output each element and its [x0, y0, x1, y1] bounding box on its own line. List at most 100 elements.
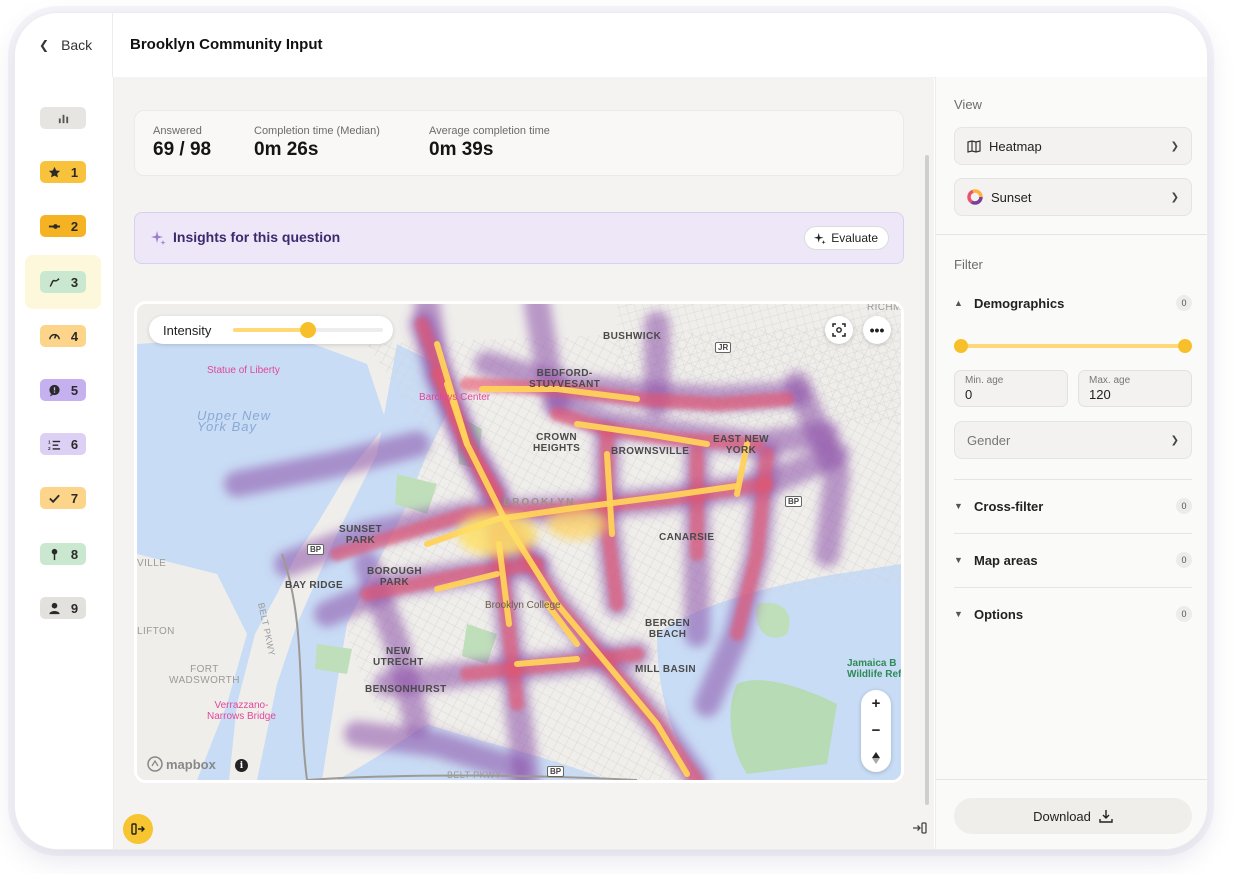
map-label-east-new-york: EAST NEW YORK: [713, 434, 769, 456]
stat-answered: Answered 69 / 98: [153, 125, 211, 161]
max-age-handle[interactable]: [1178, 339, 1192, 353]
map-label-verrazzano: Verrazzano- Narrows Bridge: [207, 700, 276, 722]
question-number: 5: [70, 382, 79, 398]
intensity-label: Intensity: [163, 323, 212, 338]
heatmap-hotspot: [457, 512, 537, 556]
sidebar-pill: 8: [39, 543, 87, 565]
sidebar-item-q6[interactable]: 12 6: [25, 417, 101, 471]
heatmap-hotspot: [547, 508, 607, 540]
bar-chart-icon: [58, 114, 68, 123]
stat-label: Average completion time: [429, 125, 550, 137]
map-areas-accordion[interactable]: ▼ Map areas 0: [954, 549, 1192, 571]
more-options-button[interactable]: •••: [863, 316, 891, 344]
gender-select[interactable]: Gender ❯: [954, 421, 1192, 459]
road-shield: JR: [715, 342, 732, 353]
page-title: Brooklyn Community Input: [130, 36, 323, 53]
map-label-belt-parkway-south: BELT PKWY: [447, 770, 502, 780]
color-scheme-select[interactable]: Sunset ❯: [954, 178, 1192, 216]
collapse-panel-button[interactable]: [912, 821, 928, 837]
options-accordion[interactable]: ▼ Options 0: [954, 603, 1192, 625]
zoom-controls: + −: [861, 690, 891, 772]
map-label-statue-of-liberty: Statue of Liberty: [207, 365, 280, 376]
mapbox-icon: [147, 756, 163, 772]
min-age-input[interactable]: [965, 387, 1055, 402]
question-number: 8: [70, 546, 79, 562]
chevron-down-icon: ❯: [1170, 434, 1179, 446]
download-button[interactable]: Download: [954, 798, 1192, 834]
insights-title: Insights for this question: [173, 229, 341, 245]
sidebar-item-q3[interactable]: 3: [25, 255, 101, 309]
map-label-barclays-center: Barclays Center: [419, 392, 491, 403]
max-age-input[interactable]: [1089, 387, 1179, 402]
min-age-field[interactable]: Min. age: [954, 370, 1068, 407]
sidebar-item-q7[interactable]: 7: [25, 471, 101, 525]
map-label-bergen-beach: BERGEN BEACH: [645, 618, 691, 640]
evaluate-button[interactable]: Evaluate: [804, 226, 889, 250]
min-age-handle[interactable]: [954, 339, 968, 353]
sparkle-icon: [814, 232, 826, 244]
stat-value: 69 / 98: [153, 139, 212, 160]
chevron-down-icon: ▼: [954, 501, 963, 511]
chevron-up-icon: ▲: [954, 298, 963, 308]
zoom-in-button[interactable]: +: [861, 690, 891, 717]
sidebar-item-q8[interactable]: 8: [25, 527, 101, 581]
map-label-fort-wadsworth: FORT WADSWORTH: [169, 664, 240, 686]
back-button[interactable]: ❮ Back: [15, 13, 113, 77]
stat-average: Average completion time 0m 39s: [429, 125, 550, 161]
info-icon[interactable]: i: [235, 759, 248, 772]
intensity-handle[interactable]: [300, 322, 316, 338]
accordion-title: Options: [974, 606, 1024, 622]
sidebar-pill: [40, 107, 86, 129]
focus-icon: [832, 323, 846, 337]
sidebar-pill: 12 6: [39, 433, 87, 455]
question-number: 7: [70, 490, 79, 506]
age-range-slider[interactable]: [954, 339, 1192, 353]
intensity-slider[interactable]: [233, 322, 383, 338]
divider: [936, 234, 1207, 235]
max-age-field[interactable]: Max. age: [1078, 370, 1192, 407]
sidebar-pill: 3: [39, 271, 87, 293]
settings-panel: View Heatmap ❯ Sunset ❯ Filter ▲ Demogra: [935, 77, 1207, 849]
sidebar-pill: 1: [39, 161, 87, 183]
chevron-down-icon: ❯: [1170, 140, 1179, 152]
demographics-accordion[interactable]: ▲ Demographics 0: [954, 292, 1192, 314]
main-scrollbar[interactable]: [925, 155, 929, 805]
sidebar-item-q2[interactable]: 2: [25, 199, 101, 253]
question-number: 1: [70, 164, 79, 180]
fit-view-button[interactable]: [825, 316, 853, 344]
sidebar-item-q9[interactable]: 9: [25, 581, 101, 635]
insights-bar[interactable]: Insights for this question Evaluate: [134, 212, 904, 264]
view-section-label: View: [954, 97, 982, 112]
map-park: [315, 644, 352, 674]
view-mode-select[interactable]: Heatmap ❯: [954, 127, 1192, 165]
svg-text:2: 2: [48, 446, 51, 451]
download-label: Download: [1033, 808, 1091, 824]
back-label: Back: [61, 37, 93, 53]
map-label-lifton: LIFTON: [137, 626, 175, 637]
app-window: ❮ Back Brooklyn Community Input 1 2 3 4 …: [14, 12, 1208, 850]
road-shield: BP: [547, 766, 565, 777]
sidebar-item-q4[interactable]: 4: [25, 309, 101, 363]
map-label-brooklyn: BROOKLYN: [503, 497, 576, 508]
filter-count-badge: 0: [1176, 552, 1192, 568]
sidebar-item-q5[interactable]: 5: [25, 363, 101, 417]
compass-button[interactable]: [861, 744, 891, 771]
cross-filter-accordion[interactable]: ▼ Cross-filter 0: [954, 495, 1192, 517]
sidebar-item-q1[interactable]: 1: [25, 145, 101, 199]
map-label-mill-basin: MILL BASIN: [635, 664, 697, 675]
collapse-sidebar-button[interactable]: [123, 814, 153, 844]
view-mode-value: Heatmap: [989, 138, 1042, 154]
map-label-bensonhurst: BENSONHURST: [365, 684, 447, 695]
map-label-canarsie: CANARSIE: [659, 532, 715, 543]
map-label-borough-park: BOROUGH PARK: [367, 566, 423, 588]
speech-icon: [49, 384, 60, 397]
stat-label: Answered: [153, 125, 202, 137]
divider: [954, 533, 1192, 534]
intensity-control[interactable]: Intensity: [149, 316, 393, 344]
question-number: 6: [70, 436, 79, 452]
heatmap-map[interactable]: BUSHWICK BEDFORD- STUYVESANT CROWN HEIGH…: [134, 301, 904, 783]
map-label-bushwick: BUSHWICK: [603, 331, 662, 342]
zoom-out-button[interactable]: −: [861, 717, 891, 744]
divider: [954, 587, 1192, 588]
sidebar-item-overview[interactable]: [25, 91, 101, 145]
